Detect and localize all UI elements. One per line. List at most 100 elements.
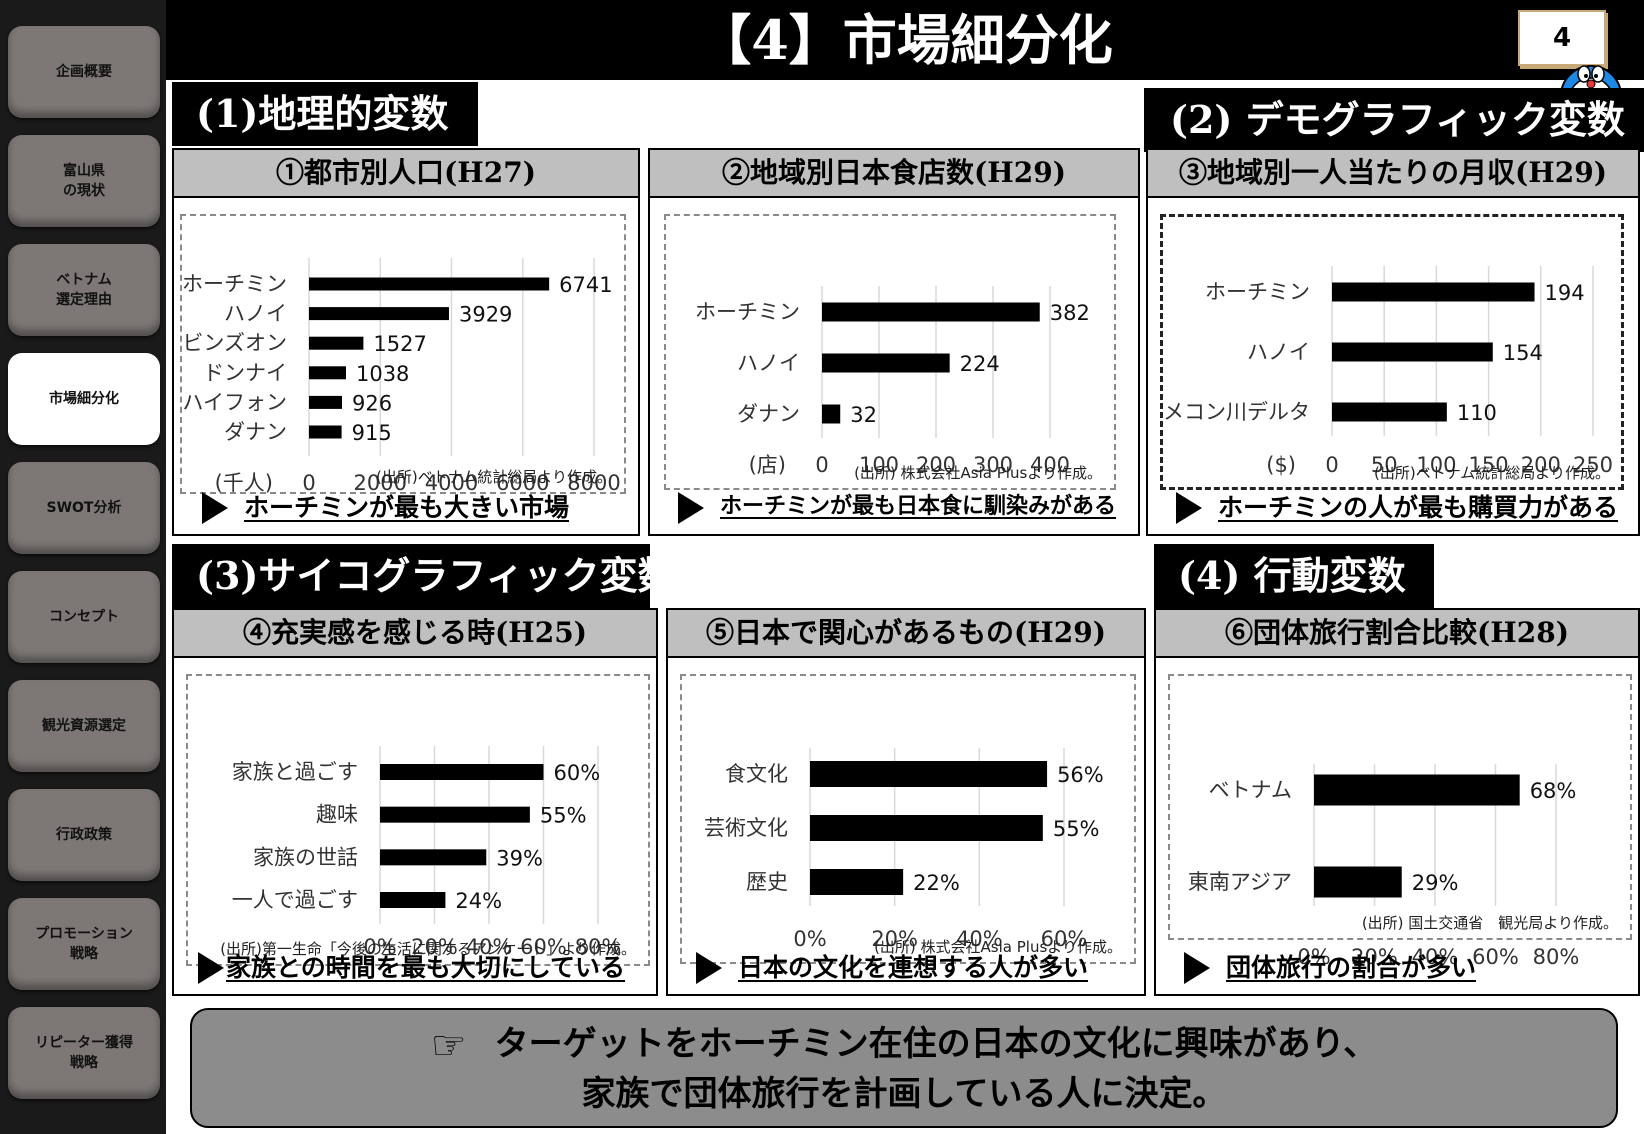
sidebar-item-2[interactable]: ベトナム 選定理由 xyxy=(8,244,160,336)
pointing-hand-icon: ☞ xyxy=(430,1023,467,1069)
data-label: 68% xyxy=(1530,779,1577,803)
sidebar-item-7[interactable]: 行政政策 xyxy=(8,789,160,881)
data-label: 6741 xyxy=(559,273,612,297)
chart-panel-city-population: ①都市別人口(H27) 0 2000 4000 6000 8000 (千人) ホーチミン 674… xyxy=(172,148,640,536)
category-label: 趣味 xyxy=(316,803,358,827)
category-label: 家族の世話 xyxy=(253,845,358,869)
bar xyxy=(810,761,1048,787)
x-axis-unit: (店) xyxy=(749,453,786,477)
sidebar-item-3[interactable]: 市場細分化 xyxy=(8,353,160,445)
conclusion-line-2: 家族で団体旅行を計画している人に決定。 xyxy=(581,1074,1227,1114)
finding-text: ホーチミンが最も日本食に馴染みがある xyxy=(720,494,1117,519)
data-label: 382 xyxy=(1050,301,1090,325)
bar xyxy=(1332,402,1447,422)
category-label: ホーチミン xyxy=(182,272,287,296)
arrow-right-icon xyxy=(1184,952,1210,984)
category-label: 東南アジア xyxy=(1188,870,1292,894)
data-label: 110 xyxy=(1457,401,1497,425)
bar xyxy=(309,336,364,350)
source-note: (出所) 国土交通省 観光局より作成。 xyxy=(1361,914,1618,932)
data-label: 154 xyxy=(1503,341,1543,365)
sidebar-item-label: SWOT分析 xyxy=(46,500,122,516)
data-label: 32 xyxy=(850,403,877,427)
finding-text: ホーチミンが最も大きい市場 xyxy=(244,493,570,522)
data-label: 926 xyxy=(352,391,392,415)
page-title: 【4】市場細分化 xyxy=(697,8,1113,72)
category-label: ハイフォン xyxy=(182,390,287,414)
sidebar-item-label: リピーター獲得 戦略 xyxy=(35,1035,133,1071)
chart-panel-japanese-restaurants: ②地域別日本食店数(H29) 0 100 200 300 400 (店) ホーチミン 382 ハノ… xyxy=(648,148,1140,536)
data-label: 1527 xyxy=(373,332,426,356)
bar xyxy=(1314,866,1402,898)
sidebar-item-label: コンセプト xyxy=(49,609,119,625)
bar xyxy=(1314,774,1520,806)
arrow-right-icon xyxy=(202,492,228,524)
finding-text: 日本の文化を連想する人が多い xyxy=(738,953,1089,982)
sidebar-item-label: 企画概要 xyxy=(56,64,112,80)
category-label: ビンズオン xyxy=(182,331,287,355)
bar xyxy=(1332,282,1535,302)
x-tick-label: 60% xyxy=(1472,945,1519,969)
sidebar-item-label: 観光資源選定 xyxy=(42,718,126,734)
chart-panel-fulfillment: ④充実感を感じる時(H25) 0% 20% 40% 60% 80% 家族と過ごす 60% 趣味 5… xyxy=(172,608,658,996)
bar xyxy=(380,892,446,908)
sidebar-item-label: 市場細分化 xyxy=(49,391,119,407)
category-label: ホーチミン xyxy=(1205,280,1310,304)
x-axis-unit: ($) xyxy=(1266,453,1296,477)
sidebar-item-4[interactable]: SWOT分析 xyxy=(8,462,160,554)
sidebar-item-1[interactable]: 富山県 の現状 xyxy=(8,135,160,227)
section-geographic: (1)地理的変数 xyxy=(172,82,478,146)
data-label: 194 xyxy=(1545,281,1585,305)
sidebar-item-9[interactable]: リピーター獲得 戦略 xyxy=(8,1007,160,1099)
data-label: 60% xyxy=(554,761,601,785)
sidebar-item-6[interactable]: 観光資源選定 xyxy=(8,680,160,772)
data-label: 3929 xyxy=(459,303,512,327)
bar xyxy=(810,815,1043,841)
finding-text: ホーチミンの人が最も購買力がある xyxy=(1218,493,1619,522)
bar xyxy=(810,869,904,895)
chart-svg: 0% 20% 40% 60% 80%ベトナム 68%東南アジア 29% xyxy=(1188,764,1579,969)
category-label: ハノイ xyxy=(1247,340,1310,364)
arrow-right-icon xyxy=(1176,492,1202,524)
chart-svg: 0% 20% 40% 60% 80%家族と過ごす 60%趣味 55%家族の世話 39%一人で過… xyxy=(232,746,621,959)
bar xyxy=(822,353,950,373)
sidebar-item-label: 富山県 の現状 xyxy=(63,163,105,199)
conclusion-line-1: ターゲットをホーチミン在住の日本の文化に興味があり、 xyxy=(494,1024,1378,1064)
data-label: 29% xyxy=(1412,871,1459,895)
data-label: 224 xyxy=(960,352,1000,376)
data-label: 39% xyxy=(496,846,543,870)
category-label: 一人で過ごす xyxy=(232,888,358,912)
x-tick-label: 0 xyxy=(815,453,828,477)
finding-text: 団体旅行の割合が多い xyxy=(1226,953,1477,982)
category-label: ハノイ xyxy=(224,302,287,326)
bar xyxy=(380,764,544,780)
bar xyxy=(380,806,530,823)
sidebar-item-5[interactable]: コンセプト xyxy=(8,571,160,663)
sidebar-item-label: プロモーション 戦略 xyxy=(35,926,133,962)
header-bar: 【4】市場細分化 xyxy=(166,0,1644,80)
finding-text: 家族との時間を最も大切にしている xyxy=(226,953,626,982)
arrow-right-icon xyxy=(678,492,704,524)
sidebar-item-label: ベトナム 選定理由 xyxy=(56,272,112,308)
category-label: メコン川デルタ xyxy=(1163,400,1310,424)
category-label: ベトナム xyxy=(1209,778,1292,802)
category-label: ダナン xyxy=(737,402,800,426)
sidebar-item-0[interactable]: 企画概要 xyxy=(8,26,160,118)
bar xyxy=(309,425,342,439)
chart-panel-monthly-income: ③地域別一人当たりの月収(H29) 0 50 100 150 200 250 ($) ホーチミン… xyxy=(1146,148,1640,536)
sidebar: 企画概要富山県 の現状 ベトナム 選定理由市場細分化 SWOT分析 コンセプト観光資源… xyxy=(0,0,166,1134)
data-label: 55% xyxy=(540,804,587,828)
category-label: 歴史 xyxy=(746,870,788,894)
data-label: 915 xyxy=(352,421,392,445)
section-psychographic: (3)サイコグラフィック変数 xyxy=(172,544,676,608)
data-label: 56% xyxy=(1057,763,1104,787)
data-label: 24% xyxy=(455,889,502,913)
category-label: ダナン xyxy=(224,420,287,444)
bar xyxy=(309,366,346,380)
source-note: (出所) 株式会社Asia Plusより作成。 xyxy=(854,464,1102,482)
sidebar-item-8[interactable]: プロモーション 戦略 xyxy=(8,898,160,990)
source-note: (出所)ベトナム統計総局より作成。 xyxy=(376,468,612,486)
arrow-right-icon xyxy=(198,952,224,984)
data-label: 55% xyxy=(1053,817,1100,841)
bar xyxy=(309,307,449,321)
